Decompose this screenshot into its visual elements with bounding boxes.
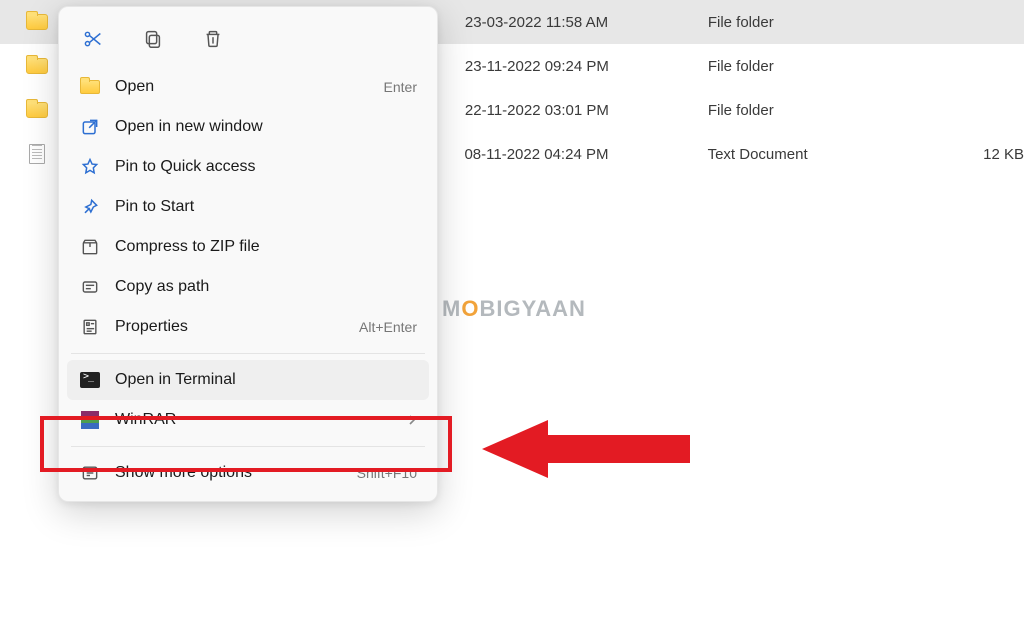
watermark: MOBIGYAAN xyxy=(442,296,586,322)
menu-shortcut: Alt+Enter xyxy=(359,319,417,335)
menu-item-open-new-window[interactable]: Open in new window xyxy=(67,107,429,147)
menu-item-properties[interactable]: Properties Alt+Enter xyxy=(67,307,429,347)
delete-button[interactable] xyxy=(195,21,231,57)
menu-item-show-more-options[interactable]: Show more options Shift+F10 xyxy=(67,453,429,493)
menu-label: Copy as path xyxy=(115,278,417,296)
file-type: File folder xyxy=(708,58,968,75)
scissors-icon xyxy=(82,28,104,50)
copy-path-icon xyxy=(79,276,101,298)
properties-icon xyxy=(79,316,101,338)
folder-icon xyxy=(26,13,48,31)
menu-item-copy-path[interactable]: Copy as path xyxy=(67,267,429,307)
text-file-icon xyxy=(26,145,47,163)
menu-item-open[interactable]: Open Enter xyxy=(67,67,429,107)
menu-separator xyxy=(71,353,425,354)
more-options-icon xyxy=(79,462,101,484)
file-date: 08-11-2022 04:24 PM xyxy=(464,146,707,163)
watermark-letter: M xyxy=(442,296,461,321)
watermark-letter: O xyxy=(461,296,479,321)
folder-icon xyxy=(26,101,48,119)
menu-item-pin-quick-access[interactable]: Pin to Quick access xyxy=(67,147,429,187)
menu-label: Open in new window xyxy=(115,118,417,136)
copy-icon xyxy=(142,28,164,50)
menu-label: Compress to ZIP file xyxy=(115,238,417,256)
menu-shortcut: Shift+F10 xyxy=(357,465,417,481)
file-type: File folder xyxy=(708,102,968,119)
cut-button[interactable] xyxy=(75,21,111,57)
pin-icon xyxy=(79,196,101,218)
file-type: Text Document xyxy=(708,146,968,163)
menu-label: WinRAR xyxy=(115,411,407,429)
file-date: 23-11-2022 09:24 PM xyxy=(465,58,708,75)
folder-icon xyxy=(26,57,48,75)
star-icon xyxy=(79,156,101,178)
menu-item-open-in-terminal[interactable]: Open in Terminal xyxy=(67,360,429,400)
terminal-icon xyxy=(79,369,101,391)
menu-item-pin-start[interactable]: Pin to Start xyxy=(67,187,429,227)
menu-label: Properties xyxy=(115,318,359,336)
menu-shortcut: Enter xyxy=(384,79,417,95)
menu-label: Open xyxy=(115,78,384,96)
menu-label: Open in Terminal xyxy=(115,371,417,389)
annotation-arrow-icon xyxy=(482,418,690,480)
trash-icon xyxy=(202,28,224,50)
context-menu: Open Enter Open in new window Pin to Qui… xyxy=(58,6,438,502)
context-menu-toolbar xyxy=(67,15,429,67)
copy-button[interactable] xyxy=(135,21,171,57)
menu-label: Pin to Quick access xyxy=(115,158,417,176)
chevron-right-icon xyxy=(407,413,417,428)
open-external-icon xyxy=(79,116,101,138)
file-date: 22-11-2022 03:01 PM xyxy=(465,102,708,119)
menu-separator xyxy=(71,446,425,447)
zip-icon xyxy=(79,236,101,258)
file-date: 23-03-2022 11:58 AM xyxy=(465,14,708,31)
folder-open-icon xyxy=(79,76,101,98)
menu-item-compress-zip[interactable]: Compress to ZIP file xyxy=(67,227,429,267)
menu-label: Pin to Start xyxy=(115,198,417,216)
menu-item-winrar[interactable]: WinRAR xyxy=(67,400,429,440)
watermark-letter: BIGYAAN xyxy=(479,296,585,321)
file-type: File folder xyxy=(708,14,968,31)
file-size: 12 KB xyxy=(968,146,1024,163)
winrar-icon xyxy=(79,409,101,431)
menu-label: Show more options xyxy=(115,464,357,482)
